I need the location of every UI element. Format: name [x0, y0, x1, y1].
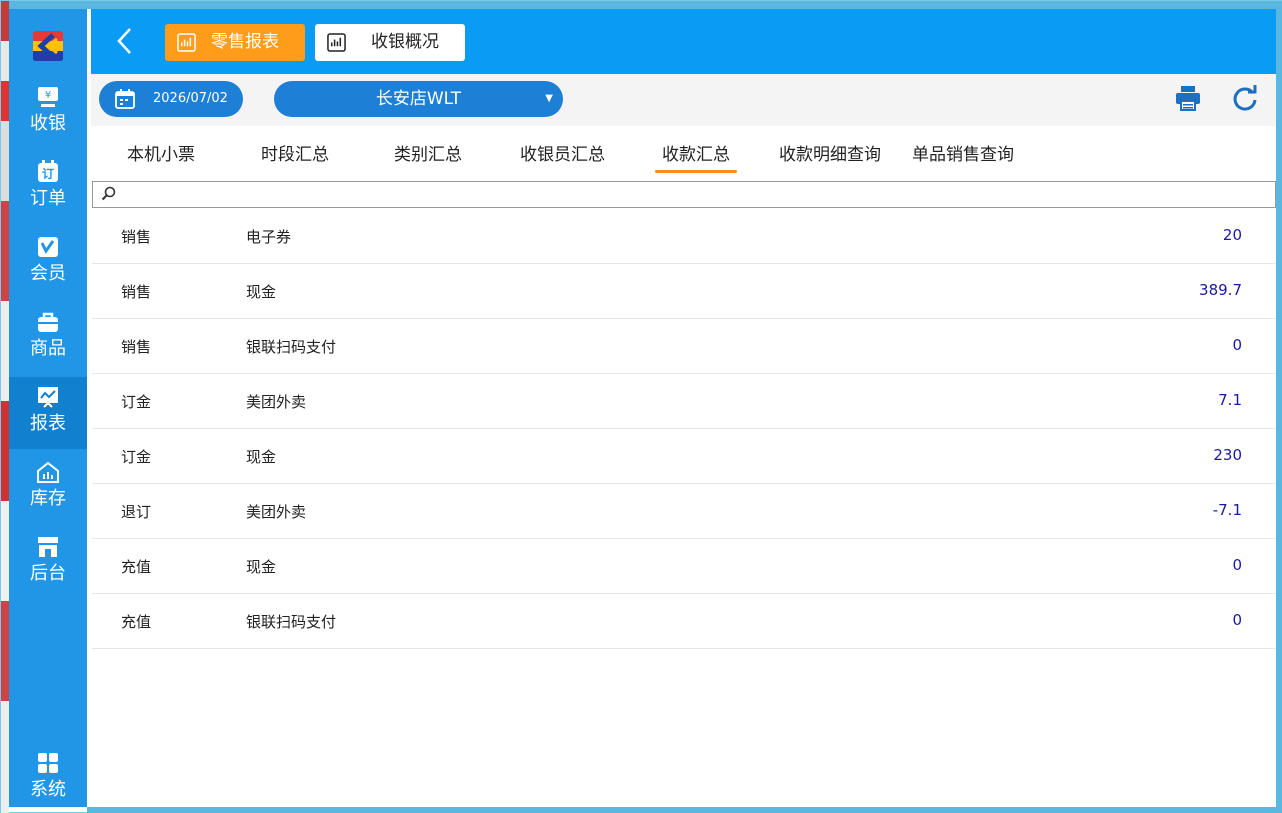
row-method: 美团外卖 [246, 393, 307, 411]
back-button[interactable] [113, 25, 137, 57]
sidebar-item-label: 会员 [30, 263, 66, 284]
row-type: 退订 [121, 503, 152, 521]
refresh-icon [1233, 85, 1257, 111]
row-method: 电子券 [246, 228, 292, 246]
sidebar-item-label: 收银 [30, 113, 66, 134]
grid-icon [38, 753, 58, 773]
row-method: 银联扫码支付 [246, 613, 337, 631]
search-bar [92, 181, 1276, 208]
app-window: ¥ 收银 订 订单 会员 商品 报表 库存 后台 系统 零售报表 收银概况 20… [0, 0, 1282, 813]
table-row[interactable]: 订金 现金 230 [92, 429, 1276, 484]
sidebar-item-system[interactable]: 系统 [9, 743, 87, 813]
table-row[interactable]: 充值 现金 0 [92, 539, 1276, 594]
caret-down-icon: ▼ [545, 93, 553, 104]
sidebar-item-inventory[interactable]: 库存 [9, 452, 87, 524]
tab-label: 收银概况 [371, 32, 439, 52]
table-row[interactable]: 销售 电子券 20 [92, 209, 1276, 264]
row-method: 现金 [246, 558, 277, 576]
payment-summary-list: 销售 电子券 20 销售 现金 389.7 销售 银联扫码支付 0 订金 美团外… [92, 209, 1276, 807]
sidebar-item-label: 商品 [30, 338, 66, 359]
sidebar-item-label: 库存 [30, 488, 66, 509]
row-amount: 389.7 [1199, 281, 1242, 299]
cashier-icon: ¥ [38, 87, 58, 107]
subtab-category-summary[interactable]: 类别汇总 [394, 140, 462, 165]
sidebar-item-order[interactable]: 订 订单 [9, 152, 87, 224]
svg-text:¥: ¥ [45, 90, 51, 101]
store-value: 长安店WLT [375, 89, 462, 109]
table-row[interactable]: 订金 美团外卖 7.1 [92, 374, 1276, 429]
row-type: 订金 [121, 448, 152, 466]
chevron-left-icon [117, 28, 131, 54]
report-icon [38, 387, 58, 408]
row-amount: 7.1 [1218, 391, 1242, 409]
row-amount: 20 [1222, 226, 1242, 244]
calendar-icon [115, 89, 135, 109]
subtab-item-sales[interactable]: 单品销售查询 [912, 140, 1014, 165]
row-amount: 0 [1232, 611, 1242, 629]
subtab-payment-detail[interactable]: 收款明细查询 [779, 140, 881, 165]
sidebar-item-goods[interactable]: 商品 [9, 302, 87, 374]
report-chart-icon [177, 33, 196, 52]
row-type: 销售 [121, 283, 152, 301]
sidebar-item-member[interactable]: 会员 [9, 227, 87, 299]
table-row[interactable]: 充值 银联扫码支付 0 [92, 594, 1276, 649]
sidebar-item-label: 订单 [30, 188, 66, 209]
printer-icon [1176, 86, 1200, 111]
row-method: 现金 [246, 283, 277, 301]
store-select[interactable]: 长安店WLT ▼ [274, 81, 563, 117]
filter-bar: 2026/07/02 长安店WLT ▼ [91, 74, 1276, 126]
search-input[interactable] [121, 184, 1261, 205]
subtab-period-summary[interactable]: 时段汇总 [261, 140, 329, 165]
subtab-payment-summary[interactable]: 收款汇总 [655, 140, 737, 173]
table-row[interactable]: 退订 美团外卖 -7.1 [92, 484, 1276, 539]
inventory-icon [37, 461, 59, 483]
app-logo [33, 31, 63, 61]
row-method: 银联扫码支付 [246, 338, 337, 356]
subtab-cashier-summary[interactable]: 收银员汇总 [520, 140, 605, 165]
table-row[interactable]: 销售 银联扫码支付 0 [92, 319, 1276, 374]
row-amount: 0 [1232, 556, 1242, 574]
window-bottom-edge [87, 807, 1282, 813]
row-type: 订金 [121, 393, 152, 411]
sidebar-item-cashier[interactable]: ¥ 收银 [9, 77, 87, 149]
order-icon: 订 [38, 160, 58, 182]
report-chart-icon [327, 33, 346, 52]
backend-icon [38, 537, 58, 557]
svg-text:订: 订 [42, 166, 54, 181]
member-icon [38, 237, 58, 257]
row-type: 充值 [121, 613, 152, 631]
window-top-edge [1, 1, 1282, 9]
row-amount: 0 [1232, 336, 1242, 354]
row-method: 美团外卖 [246, 503, 307, 521]
print-button[interactable] [1174, 84, 1202, 112]
sidebar-item-label: 系统 [30, 779, 66, 800]
row-type: 充值 [121, 558, 152, 576]
header-bar: 零售报表 收银概况 [91, 9, 1276, 74]
window-right-edge [1276, 1, 1282, 813]
goods-icon [38, 312, 58, 332]
row-type: 销售 [121, 228, 152, 246]
date-value: 2026/07/02 [153, 91, 228, 106]
sidebar-item-backend[interactable]: 后台 [9, 527, 87, 599]
refresh-button[interactable] [1231, 84, 1259, 112]
row-type: 销售 [121, 338, 152, 356]
tab-label: 零售报表 [211, 32, 279, 52]
date-picker[interactable]: 2026/07/02 [99, 81, 243, 117]
row-amount: 230 [1213, 446, 1242, 464]
sidebar-item-report[interactable]: 报表 [9, 377, 87, 449]
sidebar-item-label: 报表 [30, 413, 66, 434]
search-icon [101, 186, 116, 201]
sidebar: ¥ 收银 订 订单 会员 商品 报表 库存 后台 系统 [9, 9, 87, 807]
subtab-local-receipt[interactable]: 本机小票 [127, 140, 195, 165]
report-subtabs: 本机小票 时段汇总 类别汇总 收银员汇总 收款汇总 收款明细查询 单品销售查询 [91, 126, 1276, 181]
tab-cashier-overview[interactable]: 收银概况 [315, 24, 465, 61]
desktop-edge [1, 1, 9, 813]
sidebar-item-label: 后台 [30, 563, 66, 584]
table-row[interactable]: 销售 现金 389.7 [92, 264, 1276, 319]
row-amount: -7.1 [1212, 501, 1242, 519]
row-method: 现金 [246, 448, 277, 466]
tab-retail-report[interactable]: 零售报表 [165, 24, 305, 61]
